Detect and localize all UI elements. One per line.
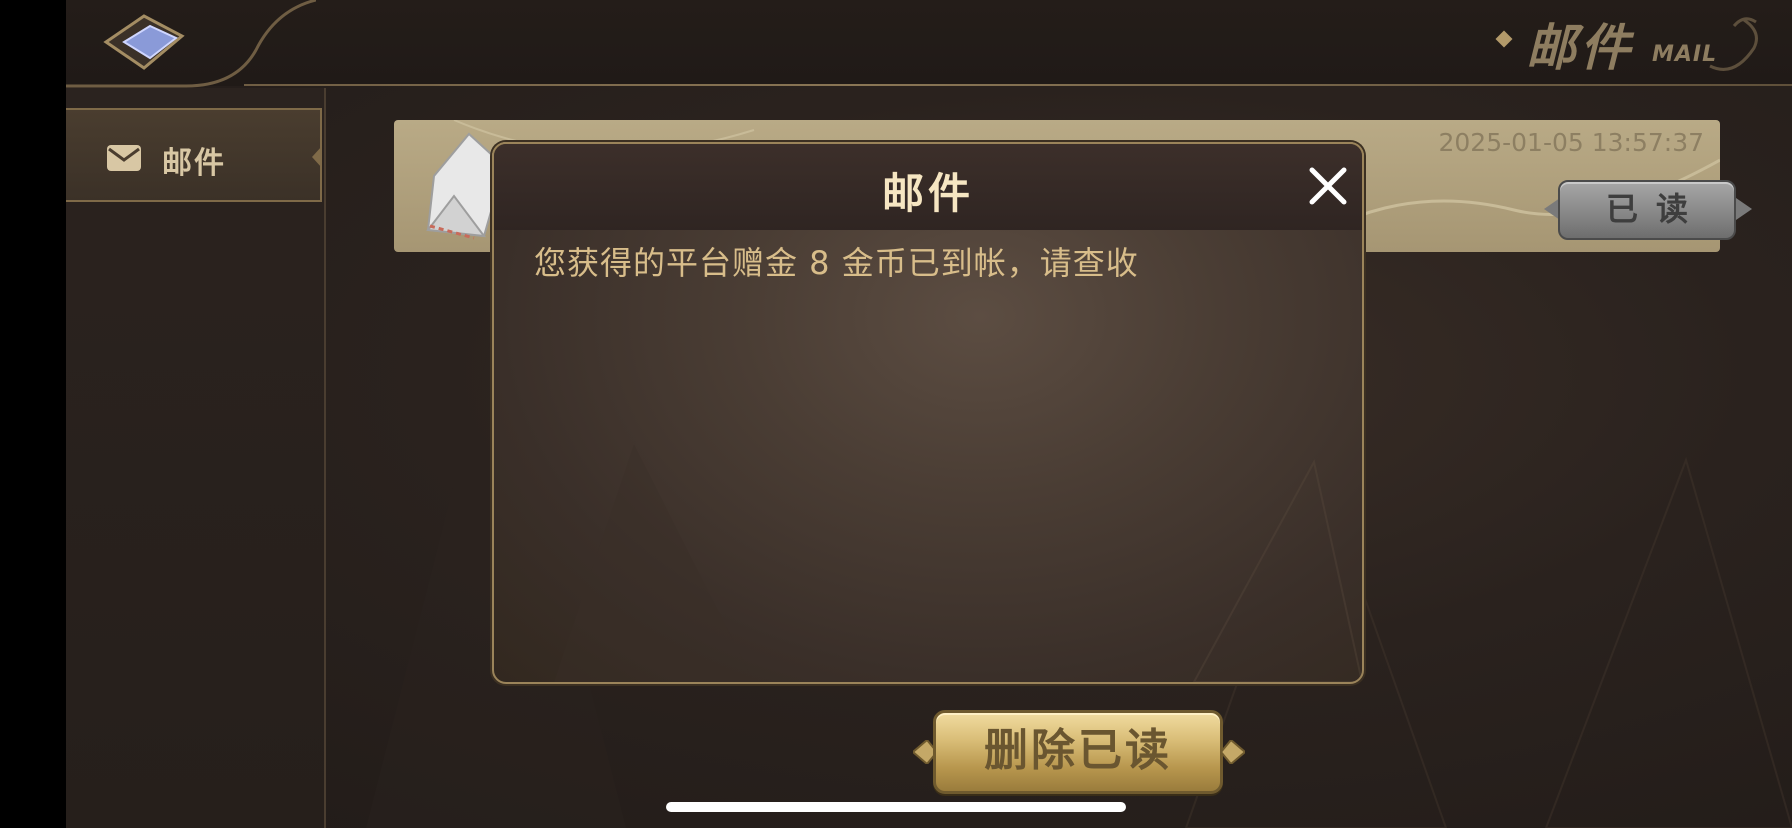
delete-read-button[interactable]: 删除已读	[913, 708, 1245, 798]
button-tip-right	[1736, 198, 1752, 220]
selected-notch	[312, 146, 322, 168]
mail-message: 您获得的平台赠金 8 金币已到帐，请查收	[534, 244, 1139, 282]
sidebar-item-label: 邮件	[162, 146, 226, 181]
mail-detail-dialog: 邮件 您获得的平台赠金 8 金币已到帐，请查收	[492, 142, 1364, 684]
delete-button-label: 删除已读	[984, 725, 1172, 776]
back-button[interactable]	[102, 12, 186, 72]
read-button-label: 已读	[1605, 190, 1706, 228]
diamond-icon	[1495, 30, 1513, 48]
sidebar: 邮件	[66, 88, 326, 828]
back-area	[66, 0, 316, 88]
close-icon	[1309, 167, 1347, 205]
mail-screen: 邮件 MAIL 邮件 2025-01-05 13:57:37 已读 邮件 您获得…	[66, 0, 1792, 828]
close-button[interactable]	[1306, 164, 1350, 208]
envelope-icon	[107, 145, 141, 171]
page-title: 邮件	[1526, 19, 1634, 77]
button-tip-right	[1221, 740, 1245, 764]
back-arrow-icon	[103, 14, 185, 70]
topbar-divider	[244, 84, 1792, 86]
top-bar: 邮件 MAIL	[66, 0, 1792, 88]
dialog-title: 邮件	[881, 169, 974, 218]
read-status-button[interactable]: 已读	[1542, 180, 1752, 242]
mail-timestamp: 2025-01-05 13:57:37	[1438, 128, 1704, 157]
dragon-ornament-icon	[1709, 17, 1758, 71]
page-header: 邮件 MAIL	[1472, 0, 1792, 86]
home-indicator[interactable]	[666, 802, 1126, 812]
sidebar-item-mail[interactable]: 邮件	[66, 108, 322, 202]
